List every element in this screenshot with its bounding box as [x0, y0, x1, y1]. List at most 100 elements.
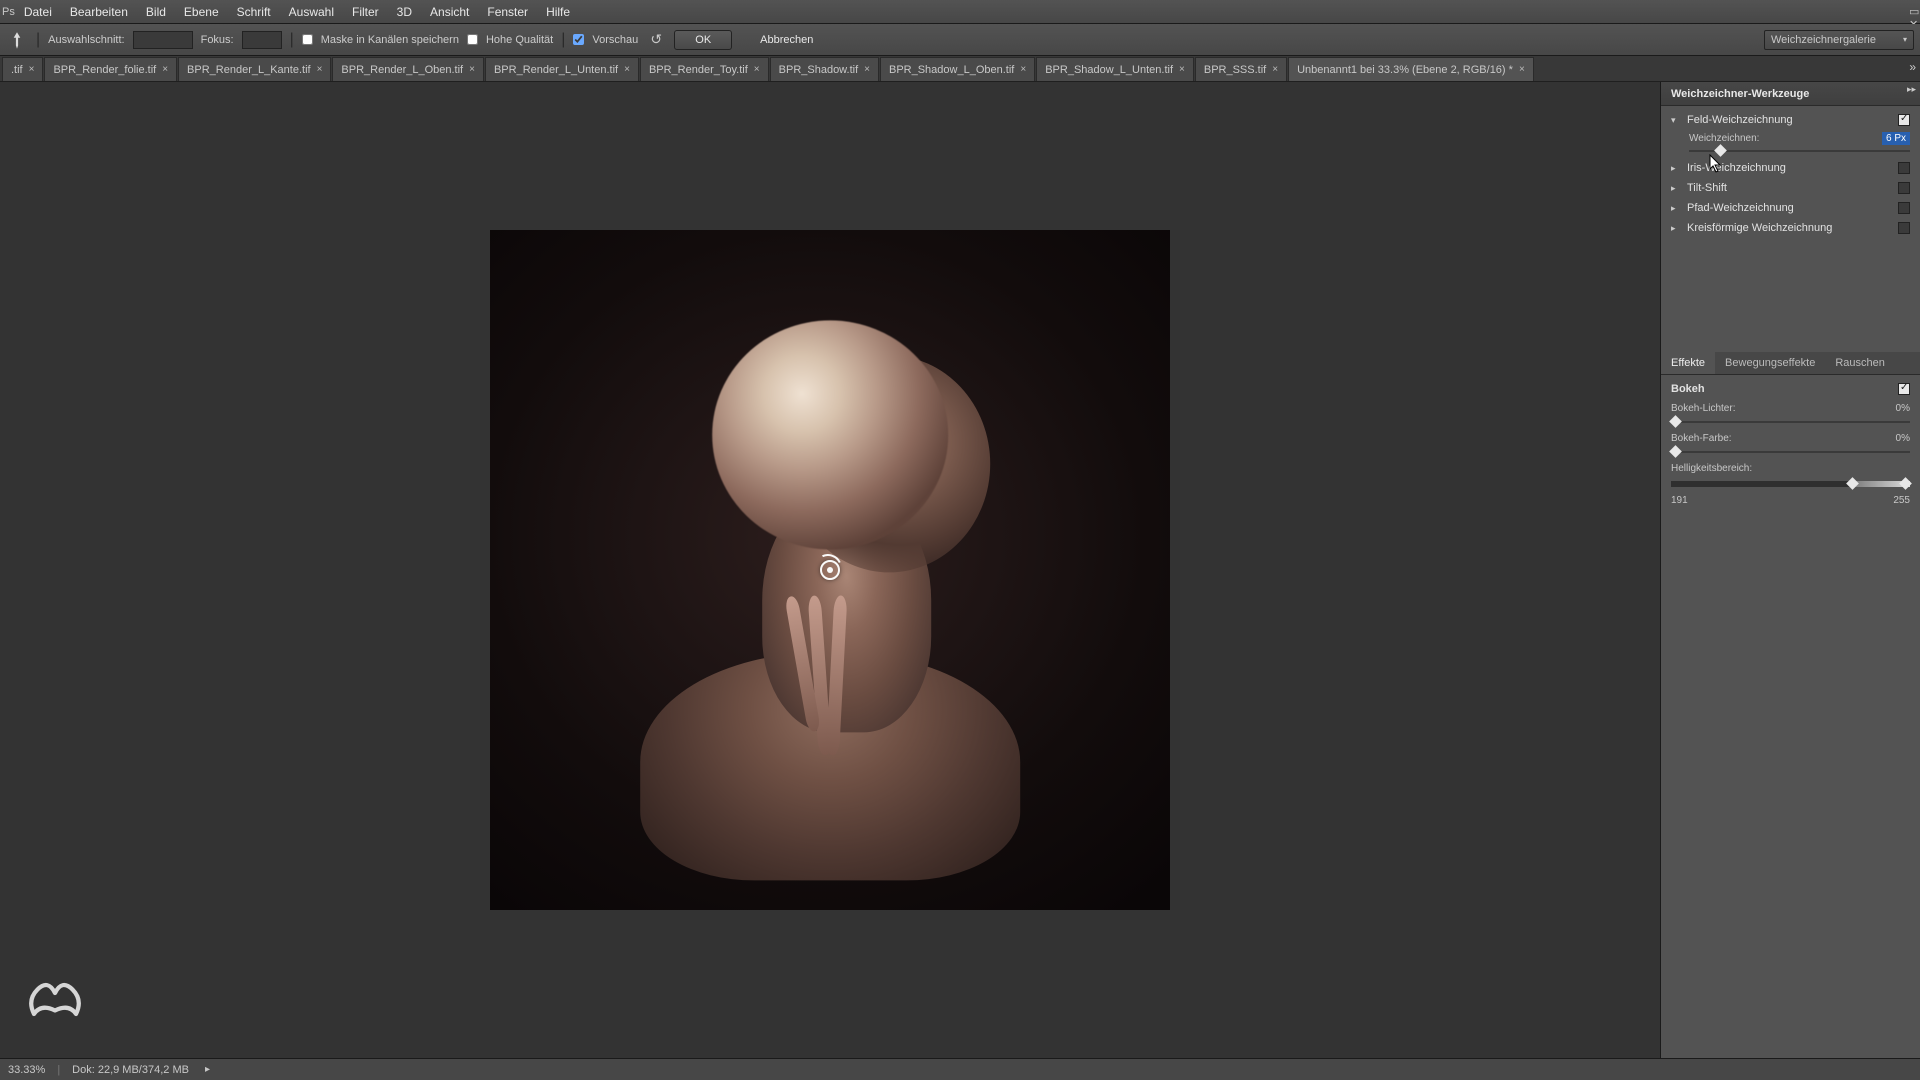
document-canvas[interactable]	[490, 230, 1170, 910]
document-tab[interactable]: .tif ×	[2, 57, 43, 81]
preview-label: Vorschau	[592, 34, 638, 46]
app-logo: Ps	[2, 6, 15, 18]
brightness-range-values: 191 255	[1661, 493, 1920, 508]
path-blur-label: Pfad-Weichzeichnung	[1687, 202, 1892, 214]
menu-hilfe[interactable]: Hilfe	[537, 1, 579, 23]
blur-amount-slider[interactable]	[1689, 150, 1910, 152]
tab-overflow-icon[interactable]: »	[1909, 60, 1916, 74]
menu-bild[interactable]: Bild	[137, 1, 175, 23]
bokeh-checkbox[interactable]	[1898, 383, 1910, 395]
close-icon[interactable]: ×	[1272, 64, 1278, 75]
path-blur-checkbox[interactable]	[1898, 202, 1910, 214]
document-tab[interactable]: Unbenannt1 bei 33.3% (Ebene 2, RGB/16) *…	[1288, 57, 1534, 81]
blur-tools-panel-header: Weichzeichner-Werkzeuge	[1661, 82, 1920, 106]
blur-pin[interactable]	[820, 560, 840, 580]
ok-button[interactable]: OK	[674, 30, 732, 50]
tab-label: BPR_Render_L_Kante.tif	[187, 64, 311, 76]
tab-motion-effects[interactable]: Bewegungseffekte	[1715, 352, 1825, 374]
reset-icon[interactable]: ↺	[646, 30, 666, 50]
close-icon[interactable]: ×	[29, 64, 35, 75]
menu-schrift[interactable]: Schrift	[228, 1, 280, 23]
close-icon[interactable]: ×	[469, 64, 475, 75]
menu-datei[interactable]: Datei	[15, 1, 61, 23]
field-blur-header[interactable]: ▾ Feld-Weichzeichnung	[1661, 110, 1920, 130]
blur-gallery-dropdown[interactable]: Weichzeichnergalerie ▾	[1764, 30, 1914, 50]
tab-label: .tif	[11, 64, 23, 76]
blur-gallery-dropdown-label: Weichzeichnergalerie	[1771, 34, 1876, 46]
preview-checkbox[interactable]	[573, 34, 584, 45]
pin-tool-icon[interactable]	[6, 29, 28, 51]
document-tab[interactable]: BPR_Render_L_Unten.tif×	[485, 57, 639, 81]
document-tab[interactable]: BPR_SSS.tif ×	[1195, 57, 1287, 81]
tab-noise[interactable]: Rauschen	[1825, 352, 1895, 374]
brightness-range-min[interactable]: 191	[1671, 495, 1688, 506]
brightness-range-max[interactable]: 255	[1893, 495, 1910, 506]
close-icon[interactable]: ×	[162, 64, 168, 75]
document-tab[interactable]: BPR_Render_Toy.tif×	[640, 57, 769, 81]
menu-ansicht[interactable]: Ansicht	[421, 1, 478, 23]
document-tab[interactable]: BPR_Shadow_L_Oben.tif×	[880, 57, 1035, 81]
bokeh-light-slider[interactable]	[1671, 421, 1910, 423]
menu-bar: Ps Datei Bearbeiten Bild Ebene Schrift A…	[0, 0, 1920, 24]
bokeh-light-label: Bokeh-Lichter:	[1671, 403, 1735, 414]
maximize-button[interactable]: ▭	[1909, 5, 1920, 18]
menu-fenster[interactable]: Fenster	[478, 1, 537, 23]
brightness-range-slider[interactable]	[1671, 481, 1910, 487]
close-icon[interactable]: ×	[754, 64, 760, 75]
brightness-range-row: Helligkeitsbereich:	[1661, 459, 1920, 478]
right-panel: ▸▸ Weichzeichner-Werkzeuge ▾ Feld-Weichz…	[1660, 82, 1920, 1058]
close-icon[interactable]: ×	[1519, 64, 1525, 75]
document-tab-strip: .tif × BPR_Render_folie.tif × BPR_Render_L…	[0, 56, 1920, 82]
close-icon[interactable]: ×	[1179, 64, 1185, 75]
chevron-right-icon[interactable]: ▸	[205, 1064, 210, 1075]
save-mask-label: Maske in Kanälen speichern	[321, 34, 459, 46]
tilt-shift-header[interactable]: ▸ Tilt-Shift	[1661, 178, 1920, 198]
spin-blur-header[interactable]: ▸ Kreisförmige Weichzeichnung	[1661, 218, 1920, 238]
chevron-down-icon: ▾	[1903, 35, 1907, 44]
chevron-right-icon: ▸	[1671, 203, 1681, 214]
menu-bearbeiten[interactable]: Bearbeiten	[61, 1, 137, 23]
high-quality-checkbox[interactable]	[467, 34, 478, 45]
status-bar: 33.33% | Dok: 22,9 MB/374,2 MB ▸	[0, 1058, 1920, 1080]
path-blur-header[interactable]: ▸ Pfad-Weichzeichnung	[1661, 198, 1920, 218]
document-tab[interactable]: BPR_Render_L_Kante.tif ×	[178, 57, 331, 81]
iris-blur-header[interactable]: ▸ Iris-Weichzeichnung	[1661, 158, 1920, 178]
focus-input[interactable]	[242, 31, 282, 49]
tab-label: BPR_Render_folie.tif	[53, 64, 156, 76]
close-icon[interactable]: ×	[864, 64, 870, 75]
chevron-right-icon: ▸	[1671, 223, 1681, 234]
spin-blur-checkbox[interactable]	[1898, 222, 1910, 234]
canvas-area[interactable]	[0, 82, 1660, 1058]
close-icon[interactable]: ×	[1020, 64, 1026, 75]
iris-blur-checkbox[interactable]	[1898, 162, 1910, 174]
menu-filter[interactable]: Filter	[343, 1, 388, 23]
bokeh-color-value[interactable]: 0%	[1896, 433, 1910, 444]
selection-crop-input[interactable]	[133, 31, 193, 49]
save-mask-checkbox[interactable]	[302, 34, 313, 45]
document-tab[interactable]: BPR_Render_folie.tif ×	[44, 57, 177, 81]
close-icon[interactable]: ×	[317, 64, 323, 75]
menu-ebene[interactable]: Ebene	[175, 1, 228, 23]
bokeh-header: Bokeh	[1661, 379, 1920, 399]
tab-label: BPR_Shadow.tif	[779, 64, 859, 76]
minimize-button[interactable]: —	[1909, 0, 1920, 5]
bokeh-color-slider[interactable]	[1671, 451, 1910, 453]
cancel-button[interactable]: Abbrechen	[740, 30, 833, 50]
document-tab[interactable]: BPR_Shadow_L_Unten.tif×	[1036, 57, 1194, 81]
chevron-right-icon: ▸	[1671, 183, 1681, 194]
tilt-shift-checkbox[interactable]	[1898, 182, 1910, 194]
document-tab[interactable]: BPR_Shadow.tif ×	[770, 57, 879, 81]
collapse-panel-icon[interactable]: ▸▸	[1907, 84, 1916, 95]
chevron-right-icon: ▸	[1671, 163, 1681, 174]
field-blur-checkbox[interactable]	[1898, 114, 1910, 126]
blur-amount-value[interactable]: 6 Px	[1882, 132, 1910, 145]
tab-effects[interactable]: Effekte	[1661, 352, 1715, 374]
close-icon[interactable]: ×	[624, 64, 630, 75]
menu-auswahl[interactable]: Auswahl	[280, 1, 343, 23]
tab-label: BPR_SSS.tif	[1204, 64, 1266, 76]
main-area: ▸▸ Weichzeichner-Werkzeuge ▾ Feld-Weichz…	[0, 82, 1920, 1058]
bokeh-light-value[interactable]: 0%	[1896, 403, 1910, 414]
document-tab[interactable]: BPR_Render_L_Oben.tif×	[332, 57, 484, 81]
menu-3d[interactable]: 3D	[388, 1, 421, 23]
zoom-level[interactable]: 33.33%	[8, 1064, 45, 1076]
